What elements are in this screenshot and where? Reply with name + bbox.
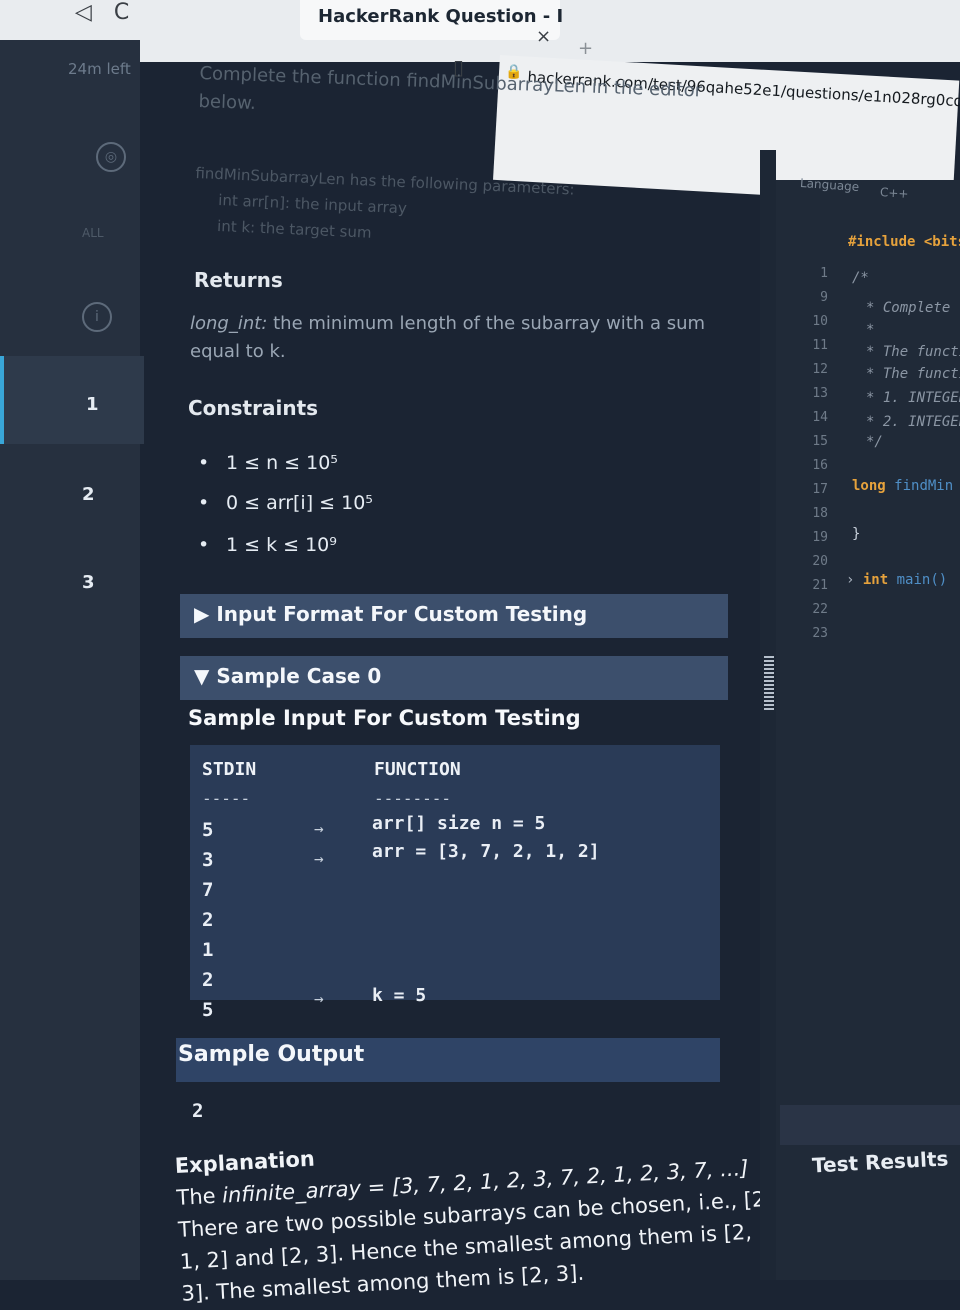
code-comment: * 1. INTEGER [866,390,960,406]
parameters-block: findMinSubarrayLen has the following par… [193,160,576,254]
function-line: k = 5 [372,985,427,1006]
code-comment: * 2. INTEGER [866,414,960,430]
explanation-text: The [175,1183,223,1210]
question-number: 3 [82,572,95,593]
browser-nav: ◁ C [75,0,151,25]
stdin-line: 3 [202,849,214,871]
function-line: arr[] size n = 5 [372,813,546,834]
tab-title: HackerRank Question - I [318,6,564,27]
reload-icon[interactable]: C [114,0,129,25]
all-questions-label[interactable]: ALL [82,226,104,240]
constraint-item: • 0 ≤ arr[i] ≤ 10⁵ [198,492,373,514]
explanation-block: Explanation The infinite_array = [3, 7, … [174,1119,782,1310]
function-header: FUNCTION [374,759,461,780]
stdin-line: 5 [202,999,214,1021]
back-icon[interactable]: ◁ [75,0,92,25]
info-icon[interactable]: i [82,302,112,332]
arrow-icon: → [314,819,324,838]
code-function-signature: long findMin [852,478,954,494]
arrow-icon: → [314,989,324,1008]
constraint-item: • 1 ≤ n ≤ 10⁵ [198,452,338,474]
resize-handle[interactable] [764,656,774,710]
code-comment: */ [866,434,883,450]
stdin-line: 7 [202,879,214,901]
stdin-line: 2 [202,909,214,931]
code-comment: * Complete t [866,300,960,316]
panel-divider[interactable] [760,150,776,1280]
input-format-accordion[interactable]: ▶ Input Format For Custom Testing [180,594,728,638]
sample-case-accordion[interactable]: ▼ Sample Case 0 [180,656,728,700]
new-tab-icon[interactable]: + [578,38,593,59]
input-format-label: ▶ Input Format For Custom Testing [194,602,588,626]
stdin-header: STDIN [202,759,257,780]
stdin-values: 5 3 7 2 1 2 5 [202,815,213,1025]
returns-description: long_int: the minimum length of the suba… [190,310,750,366]
language-select[interactable]: C++ [880,185,909,201]
function-line: arr = [3, 7, 2, 1, 2] [372,841,600,862]
line-numbers: 19 10 11 12 13 14 15 16 17 18 19 20 21 22 23 [812,266,828,641]
returns-type: long_int: [190,313,268,334]
constraints-heading: Constraints [188,396,319,420]
sample-output-header: Sample Output [176,1038,720,1082]
arrow-icon: → [314,849,324,868]
stdin-dash: ----- [202,789,251,808]
code-comment: * The functi [866,366,960,382]
code-brace: } [852,526,861,542]
stdin-line: 1 [202,939,214,961]
sample-output-heading: Sample Output [178,1042,365,1067]
sample-input-heading: Sample Input For Custom Testing [188,706,581,730]
code-comment: * [866,322,875,338]
sidebar-item-question-2[interactable]: 2 [0,446,140,534]
sample-output-value: 2 [192,1100,204,1122]
stdin-line: 2 [202,969,214,991]
sidebar-item-question-3[interactable]: 3 [0,540,140,628]
caret-down-icon: ▼ [194,664,217,688]
tab-close-button[interactable]: × [536,26,551,47]
sample-input-block: STDIN FUNCTION ----- -------- 5 3 7 2 1 … [190,745,720,1021]
constraint-item: • 1 ≤ k ≤ 10⁹ [198,534,337,556]
question-number: 1 [86,394,99,415]
question-number: 2 [82,484,95,505]
compass-icon[interactable]: ◎ [96,142,126,172]
sidebar-item-question-1[interactable]: 1 [0,356,144,444]
code-comment: * The functi [866,344,960,360]
returns-text: the minimum length of the subarray with … [190,313,706,362]
code-include: #include <bits [848,234,960,250]
sample-case-label: ▼ Sample Case 0 [194,664,382,688]
function-dash: -------- [374,789,452,808]
returns-heading: Returns [194,268,283,292]
caret-right-icon: ▶ [194,602,217,626]
code-comment: /* [852,270,869,286]
stdin-line: 5 [202,819,214,841]
code-main: › int main() [846,572,948,588]
editor-footer [780,1105,960,1145]
timer: 24m left [68,60,131,78]
question-sidebar [0,40,140,1280]
